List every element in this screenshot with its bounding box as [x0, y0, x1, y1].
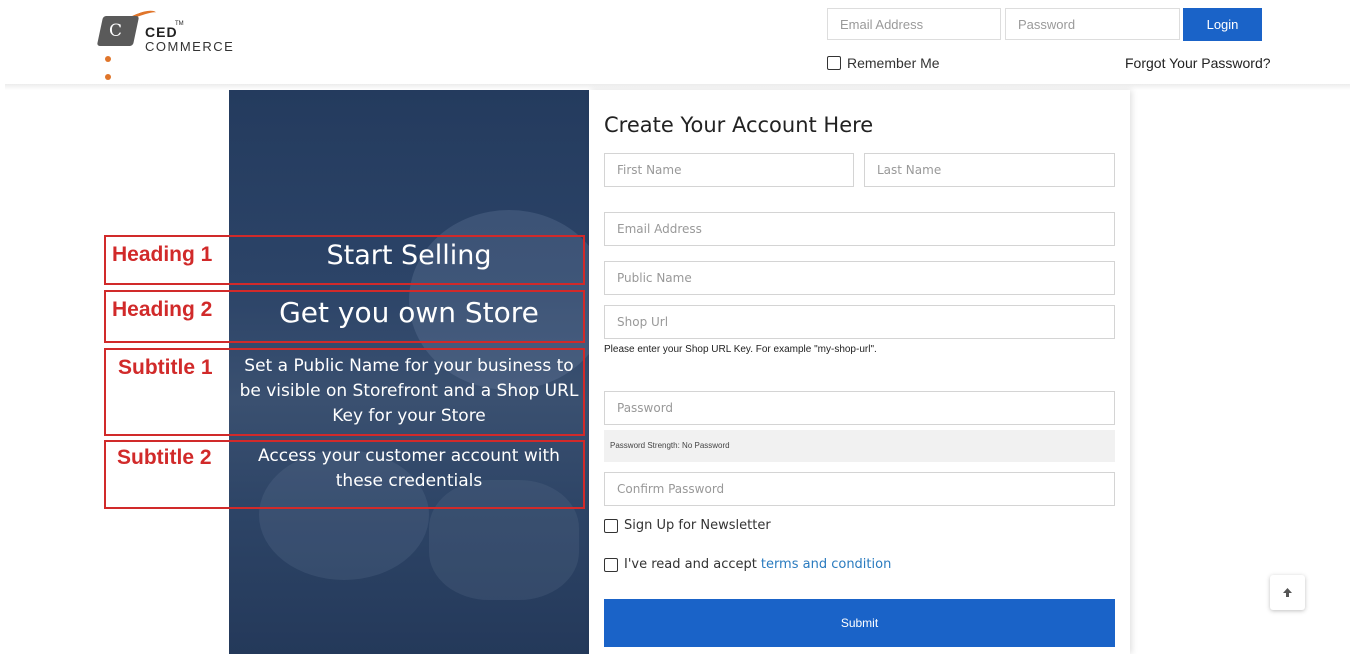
checkbox-icon[interactable]	[604, 518, 618, 533]
newsletter-checkbox[interactable]: Sign Up for Newsletter	[604, 518, 771, 533]
annotation-label-subtitle-1: Subtitle 1	[118, 356, 213, 379]
logo-letter: C	[109, 21, 123, 41]
shop-url-hint: Please enter your Shop URL Key. For exam…	[604, 344, 877, 355]
logo-commerce-text: COMMERCE	[145, 39, 235, 54]
header-email-input[interactable]	[827, 8, 1001, 40]
annotation-label-heading-2: Heading 2	[112, 298, 213, 321]
terms-prefix: I've read and accept	[624, 557, 757, 572]
newsletter-label: Sign Up for Newsletter	[624, 518, 771, 533]
logo-tm-mark: TM	[175, 21, 184, 27]
forgot-password-link[interactable]: Forgot Your Password?	[1125, 55, 1271, 71]
public-name-input[interactable]	[604, 261, 1115, 295]
header-password-input[interactable]	[1005, 8, 1180, 40]
arrow-up-icon	[1283, 588, 1292, 597]
checkbox-icon[interactable]	[604, 557, 618, 572]
checkbox-icon[interactable]	[827, 56, 841, 70]
annotation-label-subtitle-2: Subtitle 2	[117, 446, 212, 469]
logo-cart-icon: C	[96, 16, 140, 46]
terms-link[interactable]: terms and condition	[761, 557, 891, 572]
password-input[interactable]	[604, 391, 1115, 425]
email-input[interactable]	[604, 212, 1115, 246]
cedcommerce-logo[interactable]: C CED TM COMMERCE	[96, 7, 247, 80]
logo-wheels-shape	[105, 49, 145, 80]
shop-url-input[interactable]	[604, 305, 1115, 339]
remember-me-checkbox[interactable]: Remember Me	[827, 55, 940, 71]
form-title: Create Your Account Here	[604, 113, 874, 137]
terms-checkbox[interactable]: I've read and accept terms and condition	[604, 557, 891, 572]
remember-me-label: Remember Me	[847, 55, 940, 71]
password-strength-meter: Password Strength: No Password	[604, 430, 1115, 462]
first-name-input[interactable]	[604, 153, 854, 187]
last-name-input[interactable]	[864, 153, 1115, 187]
logo-ced-text: CED	[145, 24, 178, 40]
confirm-password-input[interactable]	[604, 472, 1115, 506]
annotation-label-heading-1: Heading 1	[112, 243, 213, 266]
scroll-to-top-button[interactable]	[1270, 575, 1305, 610]
login-button[interactable]: Login	[1183, 8, 1262, 41]
submit-button[interactable]: Submit	[604, 599, 1115, 647]
